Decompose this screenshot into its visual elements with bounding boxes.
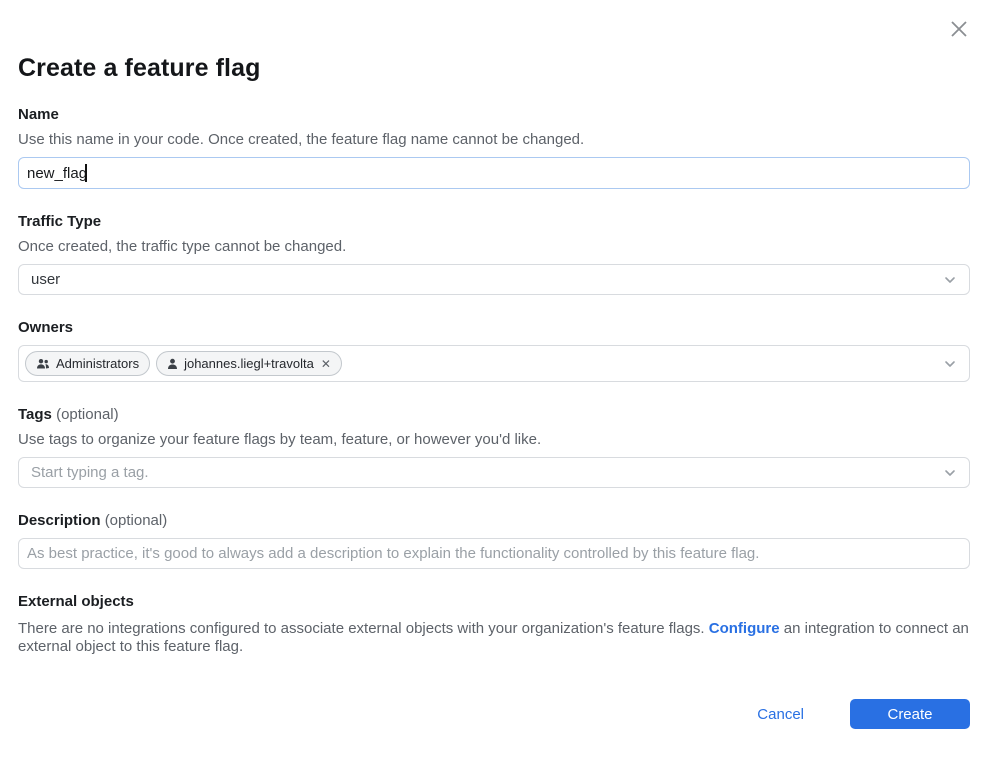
description-section: Description (optional) [18, 513, 970, 569]
traffic-type-section: Traffic Type Once created, the traffic t… [18, 214, 970, 295]
tags-placeholder: Start typing a tag. [31, 464, 149, 481]
create-button[interactable]: Create [850, 699, 970, 729]
tags-optional-note: (optional) [56, 406, 119, 423]
tags-label: Tags (optional) [18, 407, 970, 423]
owner-chip-user[interactable]: johannes.liegl+travolta ✕ [156, 351, 342, 376]
text-caret [85, 164, 87, 182]
modal-footer: Cancel Create [18, 699, 970, 729]
description-optional-note: (optional) [105, 512, 168, 529]
external-objects-text-before: There are no integrations configured to … [18, 620, 709, 637]
page-title: Create a feature flag [18, 0, 970, 82]
tags-select[interactable]: Start typing a tag. [18, 457, 970, 488]
name-label: Name [18, 107, 970, 123]
owner-chip-label: johannes.liegl+travolta [184, 356, 314, 371]
owner-chip-label: Administrators [56, 356, 139, 371]
cancel-button[interactable]: Cancel [757, 706, 804, 723]
external-objects-section: External objects There are no integratio… [18, 594, 970, 656]
person-icon [167, 358, 178, 370]
traffic-type-select[interactable]: user [18, 264, 970, 295]
chevron-down-icon [943, 357, 957, 371]
name-input[interactable] [18, 157, 970, 189]
tags-label-text: Tags [18, 406, 52, 423]
traffic-type-help-text: Once created, the traffic type cannot be… [18, 239, 970, 255]
external-objects-text: There are no integrations configured to … [18, 620, 970, 656]
close-button[interactable] [947, 17, 971, 41]
configure-link[interactable]: Configure [709, 620, 780, 637]
name-help-text: Use this name in your code. Once created… [18, 132, 970, 148]
chevron-down-icon [943, 273, 957, 287]
owners-select[interactable]: Administrators johannes.liegl+travolta ✕ [18, 345, 970, 382]
close-icon [948, 18, 970, 40]
tags-section: Tags (optional) Use tags to organize you… [18, 407, 970, 488]
group-icon [36, 358, 50, 370]
name-section: Name Use this name in your code. Once cr… [18, 107, 970, 189]
create-feature-flag-modal: Create a feature flag Name Use this name… [0, 0, 988, 763]
remove-owner-icon[interactable]: ✕ [320, 358, 331, 370]
owners-label: Owners [18, 320, 970, 336]
tags-help-text: Use tags to organize your feature flags … [18, 432, 970, 448]
owner-chip-administrators[interactable]: Administrators [25, 351, 150, 376]
description-label: Description (optional) [18, 513, 970, 529]
chevron-down-icon [943, 466, 957, 480]
description-label-text: Description [18, 512, 101, 529]
external-objects-label: External objects [18, 594, 970, 610]
traffic-type-label: Traffic Type [18, 214, 970, 230]
traffic-type-value: user [31, 271, 60, 288]
owners-section: Owners Administrators johannes.liegl+tra… [18, 320, 970, 382]
description-input[interactable] [18, 538, 970, 569]
